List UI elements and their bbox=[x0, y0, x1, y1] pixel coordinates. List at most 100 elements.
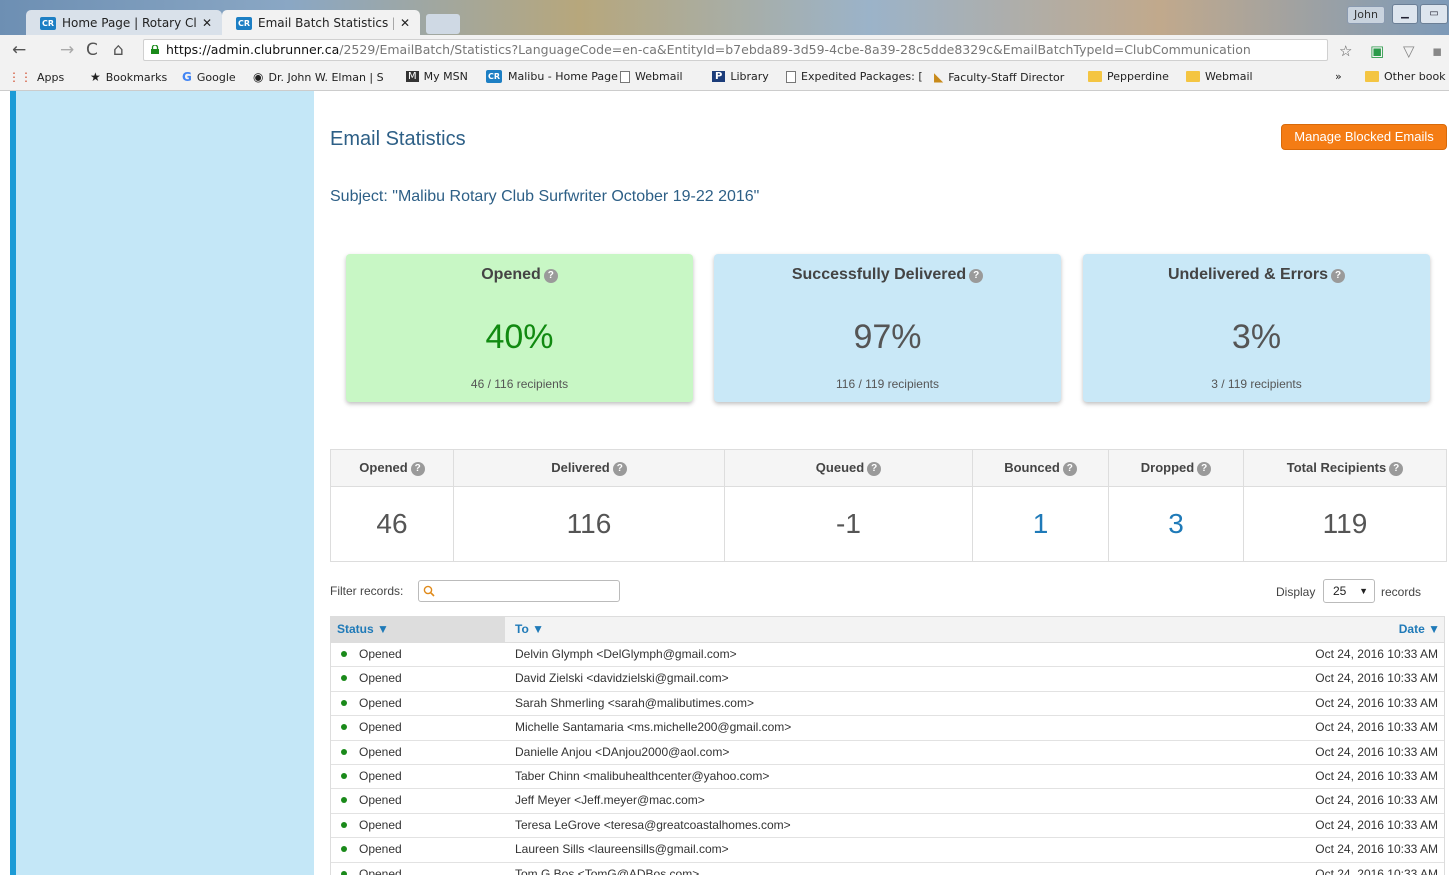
row-to: Taber Chinn <malibuhealthcenter@yahoo.co… bbox=[515, 768, 770, 783]
help-icon[interactable]: ? bbox=[969, 269, 984, 283]
status-dot-icon bbox=[341, 724, 347, 731]
table-row: Opened Tom G Bos <TomG@ADBos.com> Oct 24… bbox=[331, 863, 1444, 875]
maximize-icon[interactable]: ▭ bbox=[1420, 4, 1448, 24]
table-row: Opened Laureen Sills <laureensills@gmail… bbox=[331, 838, 1444, 863]
undelivered-errors-card: Undelivered & Errors? 3% 3 / 119 recipie… bbox=[1083, 254, 1430, 402]
row-to: David Zielski <davidzielski@gmail.com> bbox=[515, 671, 729, 686]
column-header-status[interactable]: Status ▼ bbox=[331, 617, 505, 642]
card-percent: 40% bbox=[485, 318, 554, 356]
tab-title: Home Page | Rotary Club bbox=[62, 16, 196, 30]
row-date: Oct 24, 2016 10:33 AM bbox=[1315, 842, 1438, 857]
help-icon[interactable]: ? bbox=[1331, 269, 1346, 283]
reload-icon[interactable]: C bbox=[86, 40, 98, 60]
row-to: Sarah Shmerling <sarah@malibutimes.com> bbox=[515, 695, 754, 710]
row-to: Tom G Bos <TomG@ADBos.com> bbox=[515, 866, 700, 875]
select-value: 25 bbox=[1333, 584, 1347, 598]
stat-opened: Opened? 46 bbox=[331, 450, 454, 561]
opened-card: Opened? 40% 46 / 116 recipients bbox=[346, 254, 693, 402]
star-icon[interactable]: ☆ bbox=[1339, 42, 1352, 60]
stat-value-link[interactable]: 1 bbox=[973, 487, 1108, 561]
bookmark-pepperdine[interactable]: Pepperdine bbox=[1088, 70, 1169, 83]
stat-total-recipients: Total Recipients? 119 bbox=[1244, 450, 1446, 561]
column-header-to[interactable]: To ▼ bbox=[505, 617, 1005, 642]
bookmark-dr-john-elman[interactable]: ◉ Dr. John W. Elman | S bbox=[253, 70, 384, 84]
recipients-table: Status ▼ To ▼ Date ▼ Opened Delvin Glymp… bbox=[330, 616, 1445, 875]
help-icon[interactable]: ? bbox=[543, 269, 558, 283]
manage-blocked-emails-button[interactable]: Manage Blocked Emails bbox=[1281, 124, 1447, 150]
page-icon bbox=[620, 70, 630, 83]
bookmark-malibu-home[interactable]: CR Malibu - Home Page bbox=[486, 70, 618, 83]
row-date: Oct 24, 2016 10:33 AM bbox=[1315, 768, 1438, 783]
bookmark-library[interactable]: P Library bbox=[712, 70, 769, 83]
bookmark-google[interactable]: G Google bbox=[182, 70, 236, 84]
apps-grid-icon: ⋮⋮ bbox=[8, 70, 32, 84]
home-icon[interactable]: ⌂ bbox=[113, 40, 124, 60]
bookmark-expedited-packages[interactable]: Expedited Packages: [ bbox=[786, 70, 923, 83]
minimize-icon[interactable]: ▁ bbox=[1392, 4, 1418, 24]
profile-button[interactable]: John bbox=[1347, 6, 1385, 24]
extension-w-icon[interactable]: ▪ bbox=[1432, 42, 1442, 60]
back-arrow-icon[interactable]: ← bbox=[12, 40, 26, 60]
row-to: Delvin Glymph <DelGlymph@gmail.com> bbox=[515, 647, 737, 661]
row-status: Opened bbox=[359, 866, 402, 875]
new-tab-button[interactable] bbox=[426, 14, 460, 34]
row-date: Oct 24, 2016 10:33 AM bbox=[1315, 744, 1438, 759]
bookmark-faculty-staff-directory[interactable]: ◣ Faculty-Staff Director bbox=[934, 70, 1064, 84]
help-icon[interactable]: ? bbox=[410, 462, 425, 476]
stat-bounced: Bounced? 1 bbox=[973, 450, 1109, 561]
stat-value: 116 bbox=[566, 508, 612, 539]
folder-icon bbox=[1365, 71, 1379, 82]
row-status: Opened bbox=[359, 744, 402, 759]
row-date: Oct 24, 2016 10:33 AM bbox=[1315, 866, 1438, 875]
stats-table: Opened? 46 Delivered? 116 Queued? -1 Bou… bbox=[330, 449, 1447, 562]
help-icon[interactable]: ? bbox=[612, 462, 627, 476]
more-bookmarks-button[interactable]: » bbox=[1335, 70, 1342, 83]
close-icon[interactable]: ✕ bbox=[202, 16, 212, 30]
status-dot-icon bbox=[341, 748, 347, 755]
row-status: Opened bbox=[359, 695, 402, 710]
table-row: Opened Sarah Shmerling <sarah@malibutime… bbox=[331, 692, 1444, 717]
bookmark-webmail-folder[interactable]: Webmail bbox=[1186, 70, 1253, 83]
help-icon[interactable]: ? bbox=[1389, 462, 1404, 476]
card-percent: 3% bbox=[1231, 318, 1282, 356]
tab-email-batch-statistics[interactable]: CR Email Batch Statistics | R ✕ bbox=[222, 10, 420, 36]
other-bookmarks[interactable]: Other book bbox=[1365, 70, 1446, 83]
help-icon[interactable]: ? bbox=[1062, 462, 1077, 476]
address-bar[interactable]: https://admin.clubrunner.ca/2529/EmailBa… bbox=[143, 39, 1328, 61]
card-title: Undelivered & Errors bbox=[1167, 266, 1329, 283]
records-label: records bbox=[1381, 585, 1422, 599]
table-row: Opened Jeff Meyer <Jeff.meyer@mac.com> O… bbox=[331, 789, 1444, 814]
status-dot-icon bbox=[341, 675, 347, 682]
stat-value-link[interactable]: 3 bbox=[1109, 487, 1243, 561]
email-subject: Subject: "Malibu Rotary Club Surfwriter … bbox=[330, 188, 760, 205]
successfully-delivered-card: Successfully Delivered? 97% 116 / 119 re… bbox=[714, 254, 1061, 402]
bookmark-apps[interactable]: ⋮⋮ Apps bbox=[8, 70, 64, 84]
forward-arrow-icon[interactable]: → bbox=[60, 40, 74, 60]
table-row: Opened Teresa LeGrove <teresa@greatcoast… bbox=[331, 814, 1444, 839]
clubrunner-favicon-icon: CR bbox=[40, 16, 56, 30]
close-icon[interactable]: ✕ bbox=[400, 16, 410, 30]
card-recipients: 116 / 119 recipients bbox=[836, 377, 939, 391]
extension-icon[interactable]: ▣ bbox=[1370, 42, 1384, 60]
records-per-page-select[interactable]: 25 ▼ bbox=[1323, 579, 1375, 603]
bookmark-webmail[interactable]: Webmail bbox=[620, 70, 683, 83]
bookmark-my-msn[interactable]: M My MSN bbox=[406, 70, 468, 83]
card-recipients: 3 / 119 recipients bbox=[1211, 377, 1302, 391]
filter-input[interactable] bbox=[418, 580, 620, 602]
row-status: Opened bbox=[359, 768, 402, 783]
stat-value: -1 bbox=[836, 508, 861, 539]
help-icon[interactable]: ? bbox=[1197, 462, 1212, 476]
row-status: Opened bbox=[359, 720, 402, 735]
shield-extension-icon[interactable]: ▽ bbox=[1403, 42, 1415, 60]
display-label: Display bbox=[1276, 585, 1316, 599]
bookmark-bookmarks[interactable]: ★ Bookmarks bbox=[90, 70, 167, 84]
tab-home-page[interactable]: CR Home Page | Rotary Club ✕ bbox=[26, 10, 222, 36]
table-row: Opened David Zielski <davidzielski@gmail… bbox=[331, 667, 1444, 692]
table-row: Opened Delvin Glymph <DelGlymph@gmail.co… bbox=[331, 643, 1444, 668]
help-icon[interactable]: ? bbox=[867, 462, 882, 476]
column-header-date[interactable]: Date ▼ bbox=[1005, 617, 1444, 642]
table-header: Status ▼ To ▼ Date ▼ bbox=[331, 617, 1444, 643]
row-status: Opened bbox=[359, 647, 402, 661]
stat-label: Opened bbox=[359, 460, 408, 475]
row-date: Oct 24, 2016 10:33 AM bbox=[1315, 720, 1438, 735]
